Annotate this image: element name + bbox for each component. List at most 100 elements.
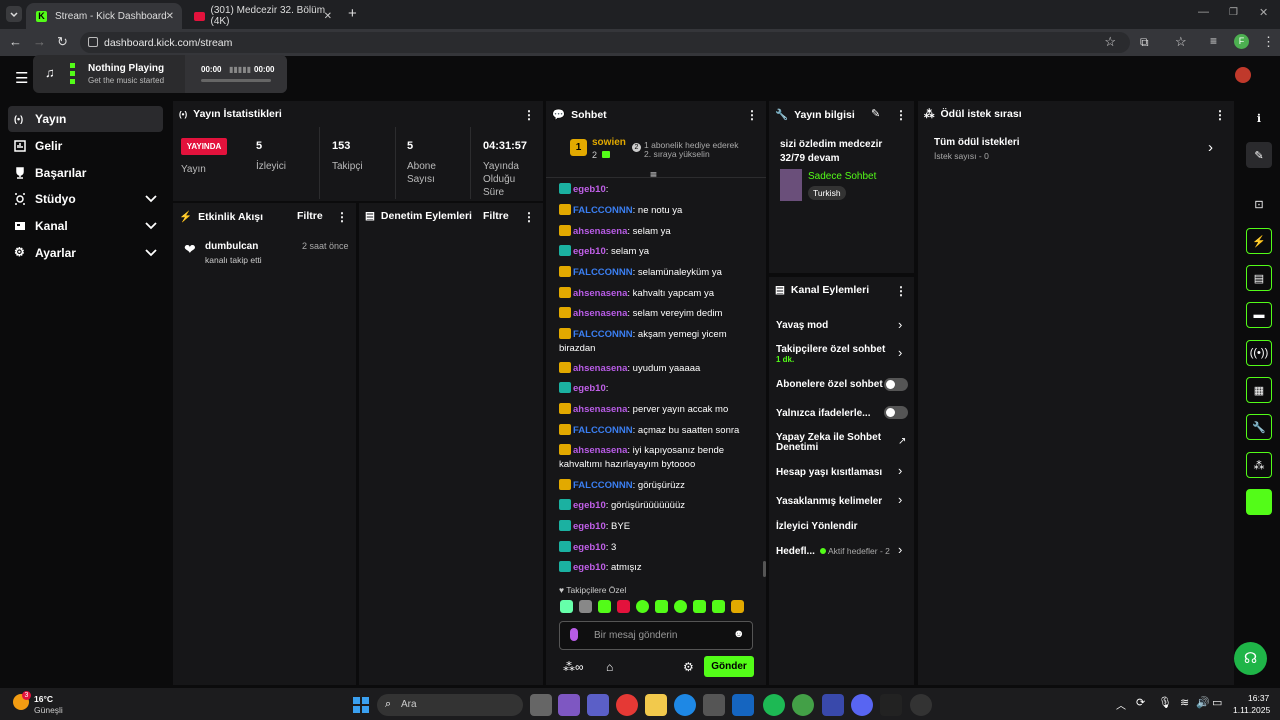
battery-icon[interactable]: ▭	[1212, 696, 1222, 709]
chat-username[interactable]: egeb10	[573, 521, 606, 532]
capture-icon[interactable]: ⊡	[1246, 191, 1272, 217]
tab-youtube[interactable]: (301) Medcezir 32. Bölüm (4K) ✕	[184, 3, 340, 29]
new-tab-button[interactable]: +	[348, 5, 357, 22]
points-icon[interactable]: ⁂∞	[563, 660, 584, 674]
action-ai-moderation[interactable]: Yapay Zeka ile Sohbet Denetimi	[776, 433, 886, 453]
clock-date[interactable]: 1.11.2025	[1233, 705, 1270, 715]
external-link-icon[interactable]: ↗	[898, 436, 906, 447]
chrome-profile-icon[interactable]	[792, 694, 814, 716]
sidebar-item-yayin[interactable]: (•) Yayın	[8, 106, 163, 132]
terminal-icon[interactable]	[880, 694, 902, 716]
chat-username[interactable]: ahsenasena	[573, 226, 627, 237]
site-info-icon[interactable]	[88, 37, 98, 47]
music-progress-bar[interactable]	[201, 79, 271, 82]
chat-username[interactable]: egeb10	[573, 500, 606, 511]
channel-actions-menu-button[interactable]	[895, 284, 905, 296]
back-arrow-icon[interactable]: ←	[9, 34, 22, 49]
stats-menu-button[interactable]	[523, 108, 533, 120]
moderation-menu-button[interactable]	[523, 210, 533, 222]
action-account-age[interactable]: Hesap yaşı kısıtlaması	[776, 467, 906, 478]
category-name[interactable]: Sadece Sohbet	[808, 171, 876, 182]
edit-pencil-icon[interactable]: ✎	[1246, 142, 1272, 168]
user-avatar[interactable]	[1235, 67, 1251, 83]
all-rewards-label[interactable]: Tüm ödül istekleri	[934, 137, 1020, 148]
emote-item[interactable]	[579, 600, 592, 613]
chat-username[interactable]: FALCCONNN	[573, 267, 633, 278]
emote-item[interactable]	[636, 600, 649, 613]
reading-list-icon[interactable]: ≡	[1210, 34, 1217, 48]
emote-item[interactable]	[655, 600, 668, 613]
chat-username[interactable]: egeb10	[573, 383, 606, 394]
chat-username[interactable]: egeb10	[573, 562, 606, 573]
chat-username[interactable]: ahsenasena	[573, 288, 627, 299]
emote-item[interactable]	[674, 600, 687, 613]
chevron-right-icon[interactable]: ›	[898, 317, 902, 332]
browser-menu-icon[interactable]: ⋮	[1262, 34, 1275, 50]
emote-item[interactable]	[731, 600, 744, 613]
chat-menu-button[interactable]	[746, 108, 756, 120]
subscribers-only-toggle[interactable]	[884, 378, 908, 391]
sidebar-item-basarilar[interactable]: Başarılar	[8, 160, 163, 186]
obs-icon[interactable]	[910, 694, 932, 716]
edge-icon[interactable]	[674, 694, 696, 716]
chevron-right-icon[interactable]: ›	[898, 542, 902, 557]
tab-close-icon[interactable]: ✕	[324, 11, 332, 22]
chevron-right-icon[interactable]: ›	[898, 492, 902, 507]
tab-close-icon[interactable]: ✕	[166, 11, 174, 22]
action-goals[interactable]: Hedefl...	[776, 546, 816, 557]
chat-username[interactable]: ahsenasena	[573, 404, 627, 415]
tray-sync-icon[interactable]: ⟳	[1136, 696, 1145, 709]
edit-pencil-icon[interactable]: ✎	[871, 107, 880, 120]
sidebar-item-kanal[interactable]: Kanal	[8, 213, 163, 239]
support-headset-icon[interactable]: ☊	[1234, 642, 1267, 675]
document-icon[interactable]: ▤	[1246, 265, 1272, 291]
file-explorer-icon[interactable]	[645, 694, 667, 716]
maximize-button[interactable]: ❐	[1229, 7, 1238, 18]
taskbar-search[interactable]: ⌕ Ara	[377, 694, 523, 716]
windows-start-icon[interactable]	[350, 694, 372, 716]
broadcast-icon[interactable]: ((•))	[1246, 340, 1272, 366]
chat-username[interactable]: FALCCONNN	[573, 425, 633, 436]
chat-bubble-icon[interactable]: ▬	[1246, 302, 1272, 328]
extensions-icon[interactable]: ⧉	[1140, 35, 1149, 50]
chat-filter-icon[interactable]: ≡	[650, 168, 657, 182]
info-icon[interactable]: ℹ	[1246, 105, 1272, 131]
category-thumbnail[interactable]	[780, 169, 802, 201]
reload-icon[interactable]: ↻	[57, 34, 68, 50]
task-view-icon[interactable]	[530, 694, 552, 716]
action-raid[interactable]: İzleyici Yönlendir	[776, 521, 906, 532]
emote-item[interactable]	[617, 600, 630, 613]
profile-avatar[interactable]: F	[1234, 34, 1249, 49]
action-banned-words[interactable]: Yasaklanmış kelimeler	[776, 496, 906, 507]
store-icon[interactable]: ⌂	[606, 660, 613, 674]
teams-icon[interactable]	[587, 694, 609, 716]
volume-icon[interactable]: 🔊	[1196, 696, 1210, 709]
emotes-only-toggle[interactable]	[884, 406, 908, 419]
copilot-icon[interactable]	[558, 694, 580, 716]
minimize-button[interactable]: —	[1198, 6, 1209, 18]
chat-username[interactable]: egeb10	[573, 184, 606, 195]
chat-username[interactable]: FALCCONNN	[573, 205, 633, 216]
rewards-icon[interactable]: ⁂	[1246, 452, 1272, 478]
chat-username[interactable]: FALCCONNN	[573, 329, 633, 340]
emote-item[interactable]	[693, 600, 706, 613]
calendar-app-icon[interactable]	[822, 694, 844, 716]
spotify-icon[interactable]	[763, 694, 785, 716]
hamburger-menu-icon[interactable]: ☰	[15, 69, 28, 87]
chat-username[interactable]: FALCCONNN	[573, 480, 633, 491]
bookmark-star-icon[interactable]: ☆	[1104, 34, 1116, 50]
stream-info-menu-button[interactable]	[895, 108, 905, 120]
chat-username[interactable]: ahsenasena	[573, 308, 627, 319]
emote-item[interactable]	[712, 600, 725, 613]
microphone-icon[interactable]	[570, 628, 578, 641]
sidebar-item-gelir[interactable]: Gelir	[8, 133, 163, 159]
wifi-icon[interactable]: ≋	[1180, 696, 1189, 709]
chat-username[interactable]: ahsenasena	[573, 445, 627, 456]
action-followers-only[interactable]: Takipçilere özel sohbet	[776, 344, 906, 355]
tab-search-button[interactable]	[6, 6, 22, 22]
chat-input[interactable]: Bir mesaj gönderin ☻	[559, 621, 753, 650]
chat-username[interactable]: egeb10	[573, 542, 606, 553]
mail-icon[interactable]	[732, 694, 754, 716]
lightning-icon[interactable]: ⚡	[1246, 228, 1272, 254]
moderation-filter-button[interactable]: Filtre	[483, 210, 509, 222]
